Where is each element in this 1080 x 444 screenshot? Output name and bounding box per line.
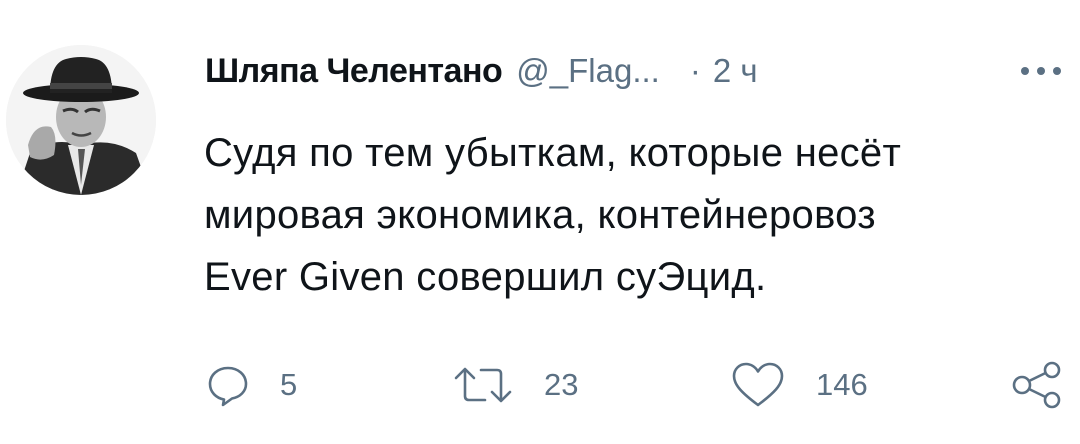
more-options-button[interactable] (1016, 62, 1066, 80)
author-display-name[interactable]: Шляпа Челентано (205, 52, 503, 91)
tweet-card[interactable]: Шляпа Челентано @_Flag... · 2 ч Судя по … (0, 0, 1080, 444)
retweet-button[interactable]: 23 (452, 355, 578, 415)
reply-bubble-icon (208, 366, 248, 407)
retweet-count: 23 (544, 367, 579, 402)
avatar-man-in-hat-icon (6, 45, 156, 195)
share-button[interactable] (1008, 355, 1068, 415)
share-nodes-icon (1012, 361, 1061, 409)
tweet-text-line: мировая экономика, контейнеровоз (204, 193, 876, 237)
tweet-text-line: Судя по тем убыткам, которые несёт (204, 131, 902, 175)
like-count: 146 (816, 367, 868, 402)
more-dots-icon (1021, 67, 1061, 75)
like-button[interactable]: 146 (730, 355, 868, 415)
tweet-actions: 5 23 146 (0, 355, 1080, 415)
retweet-icon (454, 367, 512, 403)
tweet-text: Судя по тем убыткам, которые несёт миров… (204, 122, 1064, 308)
tweet-text-line: Ever Given совершил суЭцид. (204, 255, 767, 299)
avatar[interactable] (6, 45, 156, 195)
reply-button[interactable]: 5 (206, 355, 297, 415)
tweet-timestamp[interactable]: 2 ч (713, 52, 758, 90)
author-handle[interactable]: @_Flag... (516, 52, 660, 90)
heart-icon (732, 362, 784, 407)
tweet-header: Шляпа Челентано @_Flag... · 2 ч (205, 48, 758, 94)
reply-count: 5 (280, 367, 298, 402)
separator-dot: · (689, 52, 701, 89)
